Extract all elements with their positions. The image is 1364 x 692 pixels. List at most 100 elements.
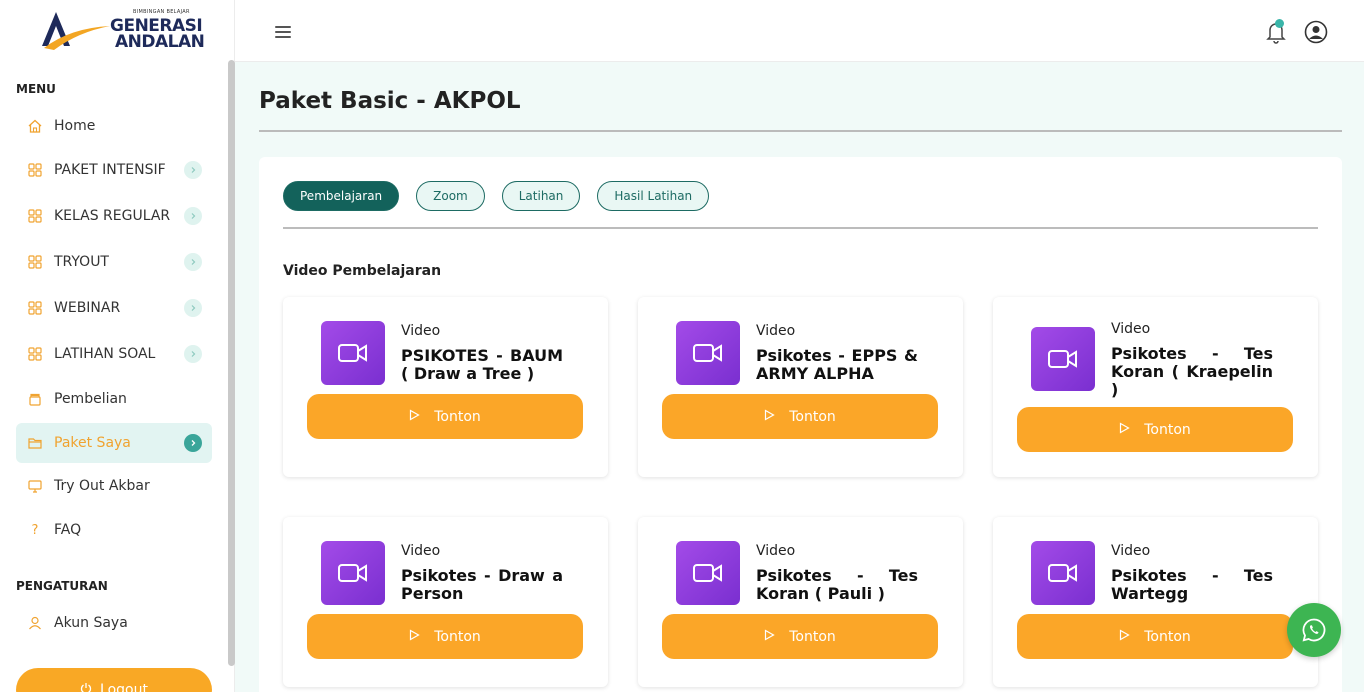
folder-icon	[28, 436, 42, 450]
sidebar-item-akun-saya[interactable]: Akun Saya	[16, 603, 212, 643]
sidebar-item-label: Akun Saya	[54, 615, 128, 631]
sidebar-item-tryout[interactable]: TRYOUT	[16, 242, 212, 282]
chevron-right-icon	[184, 434, 202, 452]
chevron-right-icon	[184, 345, 202, 363]
grid-icon	[28, 163, 42, 177]
whatsapp-icon	[1302, 618, 1326, 642]
tonton-label: Tonton	[789, 408, 836, 425]
video-camera-icon	[676, 541, 740, 605]
grid-icon	[28, 255, 42, 269]
sidebar-item-label: Paket Saya	[54, 435, 131, 451]
tab-zoom[interactable]: Zoom	[416, 181, 485, 211]
menu-section-label: MENU	[16, 82, 56, 96]
question-icon: ?	[31, 522, 39, 538]
chevron-right-icon	[184, 299, 202, 317]
sidebar-item-label: Home	[54, 118, 96, 134]
play-icon	[764, 628, 775, 645]
monitor-icon	[28, 479, 42, 493]
logo-line2: ANDALAN	[115, 32, 205, 52]
user-avatar-icon[interactable]	[1304, 20, 1328, 44]
tonton-label: Tonton	[434, 408, 481, 425]
play-icon	[764, 408, 775, 425]
box-icon	[28, 392, 42, 406]
sidebar-item-try-out-akbar[interactable]: Try Out Akbar	[16, 466, 212, 506]
video-title: Psikotes - Draw a Person	[401, 566, 563, 603]
play-icon	[1119, 421, 1130, 438]
logout-label: Logout	[100, 682, 148, 692]
sidebar-item-label: LATIHAN SOAL	[54, 346, 156, 362]
video-card: Video Psikotes - Tes Wartegg Tonton	[993, 517, 1318, 687]
tonton-button[interactable]: Tonton	[307, 614, 583, 659]
sidebar-item-label: KELAS REGULAR	[54, 208, 171, 224]
play-icon	[1119, 628, 1130, 645]
sidebar: BIMBINGAN BELAJAR GENERASI ANDALAN MENU …	[0, 0, 235, 692]
video-camera-icon	[321, 541, 385, 605]
sidebar-item-label: FAQ	[54, 522, 82, 538]
sidebar-scrollbar[interactable]	[228, 60, 235, 666]
tonton-label: Tonton	[789, 628, 836, 645]
notification-dot	[1275, 19, 1284, 28]
tab-bar: Pembelajaran Zoom Latihan Hasil Latihan	[283, 181, 710, 211]
grid-icon	[28, 209, 42, 223]
logo[interactable]: BIMBINGAN BELAJAR GENERASI ANDALAN	[40, 6, 205, 56]
sidebar-item-label: Pembelian	[54, 391, 127, 407]
video-type-label: Video	[401, 323, 441, 339]
content-panel: Pembelajaran Zoom Latihan Hasil Latihan …	[259, 157, 1342, 692]
sidebar-item-pembelian[interactable]: Pembelian	[16, 379, 212, 419]
sidebar-item-label: PAKET INTENSIF	[54, 162, 166, 178]
tonton-label: Tonton	[434, 628, 481, 645]
video-title: Psikotes - Tes Wartegg	[1111, 566, 1273, 603]
tonton-button[interactable]: Tonton	[662, 394, 938, 439]
play-icon	[409, 628, 420, 645]
sidebar-item-faq[interactable]: ? FAQ	[16, 510, 212, 550]
video-card: Video Psikotes - Draw a Person Tonton	[283, 517, 608, 687]
video-title: Psikotes - Tes Koran ( Kraepelin )	[1111, 344, 1273, 399]
video-title: PSIKOTES - BAUM ( Draw a Tree )	[401, 346, 563, 383]
sidebar-item-kelas-regular[interactable]: KELAS REGULAR	[16, 196, 212, 236]
video-type-label: Video	[1111, 543, 1151, 559]
main-content: Paket Basic - AKPOL Pembelajaran Zoom La…	[235, 62, 1364, 692]
video-type-label: Video	[401, 543, 441, 559]
chevron-right-icon	[184, 207, 202, 225]
video-card: Video Psikotes - Tes Koran ( Pauli ) Ton…	[638, 517, 963, 687]
grid-icon	[28, 301, 42, 315]
video-card: Video Psikotes - Tes Koran ( Kraepelin )…	[993, 297, 1318, 477]
sidebar-item-label: WEBINAR	[54, 300, 121, 316]
sidebar-item-webinar[interactable]: WEBINAR	[16, 288, 212, 328]
tab-hasil-latihan[interactable]: Hasil Latihan	[597, 181, 710, 211]
power-icon	[80, 682, 92, 692]
sidebar-item-label: Try Out Akbar	[54, 478, 150, 494]
page-title: Paket Basic - AKPOL	[259, 88, 521, 114]
sidebar-item-paket-intensif[interactable]: PAKET INTENSIF	[16, 150, 212, 190]
video-type-label: Video	[1111, 321, 1151, 337]
hamburger-menu-icon[interactable]	[275, 26, 291, 39]
tonton-button[interactable]: Tonton	[307, 394, 583, 439]
tonton-label: Tonton	[1144, 421, 1191, 438]
sidebar-item-home[interactable]: Home	[16, 106, 212, 146]
video-camera-icon	[1031, 327, 1095, 391]
video-card: Video PSIKOTES - BAUM ( Draw a Tree ) To…	[283, 297, 608, 477]
tab-latihan[interactable]: Latihan	[501, 181, 581, 211]
tonton-button[interactable]: Tonton	[662, 614, 938, 659]
grid-icon	[28, 347, 42, 361]
title-divider	[259, 130, 1342, 132]
logo-tagline: BIMBINGAN BELAJAR	[133, 9, 190, 15]
sidebar-item-paket-saya[interactable]: Paket Saya	[16, 423, 212, 463]
video-type-label: Video	[756, 543, 796, 559]
video-camera-icon	[321, 321, 385, 385]
chevron-right-icon	[184, 253, 202, 271]
tab-pembelajaran[interactable]: Pembelajaran	[283, 181, 400, 211]
tonton-button[interactable]: Tonton	[1017, 407, 1293, 452]
video-card: Video Psikotes - EPPS & ARMY ALPHA Tonto…	[638, 297, 963, 477]
section-title: Video Pembelajaran	[283, 263, 442, 279]
video-type-label: Video	[756, 323, 796, 339]
video-camera-icon	[1031, 541, 1095, 605]
tabs-divider	[283, 227, 1318, 229]
logout-button[interactable]: Logout	[16, 668, 212, 692]
settings-section-label: PENGATURAN	[16, 579, 108, 593]
sidebar-item-latihan-soal[interactable]: LATIHAN SOAL	[16, 334, 212, 374]
user-icon	[28, 616, 42, 630]
tonton-button[interactable]: Tonton	[1017, 614, 1293, 659]
whatsapp-button[interactable]	[1287, 603, 1341, 657]
video-title: Psikotes - EPPS & ARMY ALPHA	[756, 346, 918, 383]
